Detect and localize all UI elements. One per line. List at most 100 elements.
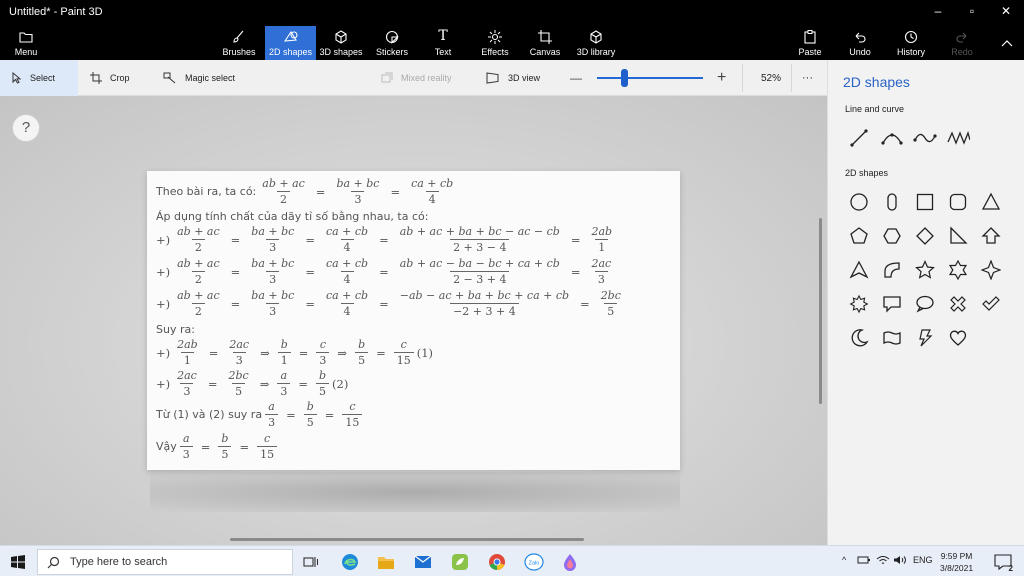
speech-bubble-shape-icon[interactable] [880, 292, 904, 316]
round-bubble-shape-icon[interactable] [913, 292, 937, 316]
math-image[interactable]: Theo bài ra, ta có: ab + ac 2 = ba + bc 3 … [147, 171, 680, 470]
close-button[interactable]: ✕ [992, 4, 1020, 18]
maximize-button[interactable]: ▫ [958, 4, 986, 18]
edge-icon[interactable] [339, 551, 361, 573]
menu-button[interactable]: Menu [4, 26, 48, 60]
line-icon[interactable] [847, 126, 871, 150]
app-leaf-icon[interactable] [449, 551, 471, 573]
math-line: +) 2ab 1 = 2ac 3 ⇒ b1 = c3 ⇒ b5 = c 15 (1) [156, 338, 434, 367]
magic-select-button[interactable]: Magic select [163, 60, 235, 96]
undo-icon [843, 26, 877, 46]
star-six-shape-icon[interactable] [946, 258, 970, 282]
zoom-out-button[interactable]: — [570, 60, 582, 96]
hexagon-shape-icon[interactable] [880, 224, 904, 248]
zalo-icon[interactable]: Zalo [523, 551, 545, 573]
minimize-button[interactable]: – [924, 4, 952, 18]
paste-button[interactable]: Paste [793, 26, 827, 60]
effects-icon [476, 26, 514, 46]
tool-effects[interactable]: Effects [476, 26, 514, 60]
history-button[interactable]: History [893, 26, 929, 60]
checkmark-shape-icon[interactable] [979, 292, 1003, 316]
canvas-area[interactable]: ? Theo bài ra, ta có: ab + ac 2 = ba + bc… [0, 96, 827, 545]
banner-shape-icon[interactable] [880, 326, 904, 350]
right-triangle-shape-icon[interactable] [946, 224, 970, 248]
mail-icon[interactable] [412, 551, 434, 573]
file-explorer-icon[interactable] [375, 551, 397, 573]
windows-start-icon[interactable] [7, 551, 29, 573]
lightning-shape-icon[interactable] [913, 326, 937, 350]
math-line: Suy ra: [156, 323, 195, 336]
cross-shape-icon[interactable] [946, 292, 970, 316]
square-shape-icon[interactable] [913, 190, 937, 214]
3d-library-icon [573, 26, 619, 46]
chevron-up-icon[interactable]: ^ [842, 555, 846, 565]
vertical-scrollbar[interactable] [819, 218, 822, 404]
cursor-icon [12, 72, 22, 84]
outline-triangle-shape-icon[interactable] [847, 258, 871, 282]
math-line: Áp dụng tính chất của dãy tỉ số bằng nha… [156, 210, 429, 223]
tool-brushes[interactable]: Brushes [218, 26, 260, 60]
zoom-slider-track[interactable] [597, 77, 703, 79]
crop-button[interactable]: Crop [90, 60, 130, 96]
svg-text:Zalo: Zalo [529, 561, 540, 567]
rounded-square-shape-icon[interactable] [946, 190, 970, 214]
language-indicator[interactable]: ENG [913, 555, 933, 565]
section-title: Line and curve [845, 104, 905, 114]
brush-icon [218, 26, 260, 46]
notification-icon[interactable]: 2 [992, 551, 1014, 573]
clock[interactable]: 9:59 PM 3/8/2021 [940, 550, 973, 574]
volume-icon[interactable] [893, 555, 907, 567]
chrome-icon[interactable] [486, 551, 508, 573]
zoom-level[interactable]: 52% [761, 60, 781, 96]
s-curve-icon[interactable] [913, 126, 937, 150]
horizontal-scrollbar[interactable] [230, 538, 584, 541]
zoom-slider-thumb[interactable] [621, 69, 628, 87]
arrow-up-shape-icon[interactable] [979, 224, 1003, 248]
curve-icon[interactable] [880, 126, 904, 150]
burst-shape-icon[interactable] [847, 292, 871, 316]
math-line: +) ab + ac 2 = ba + bc 3 = ca + cb 4 = ab +… [156, 225, 613, 254]
paint-3d-taskbar-icon[interactable] [559, 551, 581, 573]
moon-shape-icon[interactable] [847, 326, 871, 350]
star-four-shape-icon[interactable] [979, 258, 1003, 282]
taskbar-search-input[interactable]: Type here to search [37, 549, 293, 575]
select-button[interactable]: Select [0, 60, 78, 96]
pill-shape-icon[interactable] [880, 190, 904, 214]
stickers-icon [370, 26, 414, 46]
battery-icon[interactable] [857, 555, 871, 567]
diamond-shape-icon[interactable] [913, 224, 937, 248]
canvas-shadow [150, 472, 680, 512]
3d-view-button[interactable]: 3D view [486, 60, 540, 96]
wifi-icon[interactable] [876, 555, 890, 567]
3d-shapes-icon [318, 26, 364, 46]
triangle-shape-icon[interactable] [979, 190, 1003, 214]
mixed-reality-button[interactable]: Mixed reality [381, 60, 452, 96]
heart-shape-icon[interactable] [946, 326, 970, 350]
help-button[interactable]: ? [12, 114, 40, 142]
tool-3d-shapes[interactable]: 3D shapes [318, 26, 364, 60]
star-five-shape-icon[interactable] [913, 258, 937, 282]
tool-3d-library[interactable]: 3D library [573, 26, 619, 60]
chevron-up-icon [995, 32, 1019, 52]
search-icon [47, 556, 60, 568]
collapse-ribbon-button[interactable] [995, 26, 1019, 60]
redo-icon [946, 26, 978, 46]
pentagon-shape-icon[interactable] [847, 224, 871, 248]
redo-button[interactable]: Redo [946, 26, 978, 60]
paste-icon [793, 26, 827, 46]
more-options-button[interactable]: ··· [802, 60, 813, 96]
tool-2d-shapes[interactable]: 2D shapes [265, 26, 316, 60]
quarter-shape-icon[interactable] [880, 258, 904, 282]
undo-button[interactable]: Undo [843, 26, 877, 60]
2d-shapes-icon [265, 26, 316, 46]
tool-text[interactable]: T Text [424, 26, 462, 60]
task-view-icon[interactable] [300, 551, 322, 573]
circle-shape-icon[interactable] [847, 190, 871, 214]
wave-curve-icon[interactable] [946, 126, 970, 150]
tool-canvas[interactable]: Canvas [526, 26, 564, 60]
zoom-in-button[interactable]: + [717, 60, 726, 96]
taskbar: Type here to search Zalo ^ ENG 9:59 PM 3… [0, 545, 1024, 576]
mixed-reality-icon [381, 72, 393, 83]
shapes-panel: 2D shapes Line and curve 2D shapes [827, 60, 1024, 545]
tool-stickers[interactable]: Stickers [370, 26, 414, 60]
